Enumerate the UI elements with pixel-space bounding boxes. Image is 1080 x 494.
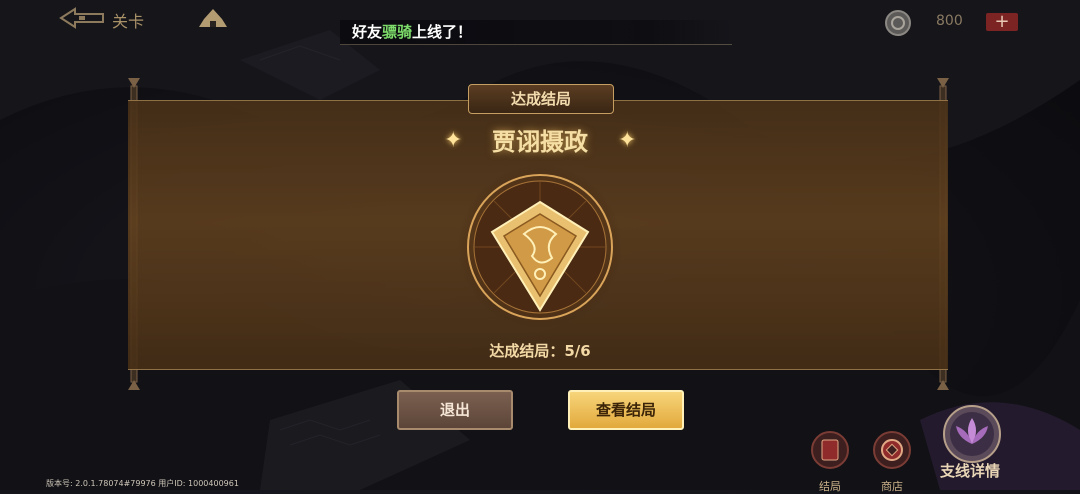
version-info: 版本号: 2.0.1.78074#79976 用户ID: 1000400961 (46, 479, 239, 488)
ending-progress: 达成结局：5/6 (489, 342, 591, 360)
branch-details-label[interactable]: 支线详情 (940, 460, 1000, 481)
ending-title: 贾诩摄政 (492, 127, 588, 156)
view-endings-button[interactable]: 查看结局 (568, 390, 684, 430)
back-arrow-icon[interactable] (55, 6, 110, 30)
endings-entry-label: 结局 (819, 480, 841, 493)
shop-entry[interactable]: 商店 (870, 430, 914, 494)
endings-entry[interactable]: 结局 (808, 430, 852, 494)
panel-header: 达成结局 (468, 84, 614, 114)
coin-icon (885, 10, 911, 36)
friend-online-notice: 好友骠骑上线了！ (340, 20, 732, 45)
map-icon[interactable] (196, 5, 230, 31)
top-bar: 关卡 好友骠骑上线了！ 800 + (0, 0, 1080, 45)
ending-emblem-icon (458, 165, 622, 329)
exit-button[interactable]: 退出 (397, 390, 513, 430)
shop-entry-label: 商店 (881, 480, 903, 493)
coin-value: 800 (936, 13, 963, 29)
notice-prefix: 好友 (352, 23, 383, 41)
endings-book-icon (811, 431, 849, 469)
notice-friend-name: 骠骑 (382, 23, 413, 41)
stage-label: 关卡 (112, 12, 145, 31)
notice-suffix: 上线了！ (412, 23, 473, 41)
lotus-icon[interactable] (942, 404, 1002, 464)
shop-coin-icon (873, 431, 911, 469)
add-coin-button[interactable]: + (986, 13, 1018, 31)
